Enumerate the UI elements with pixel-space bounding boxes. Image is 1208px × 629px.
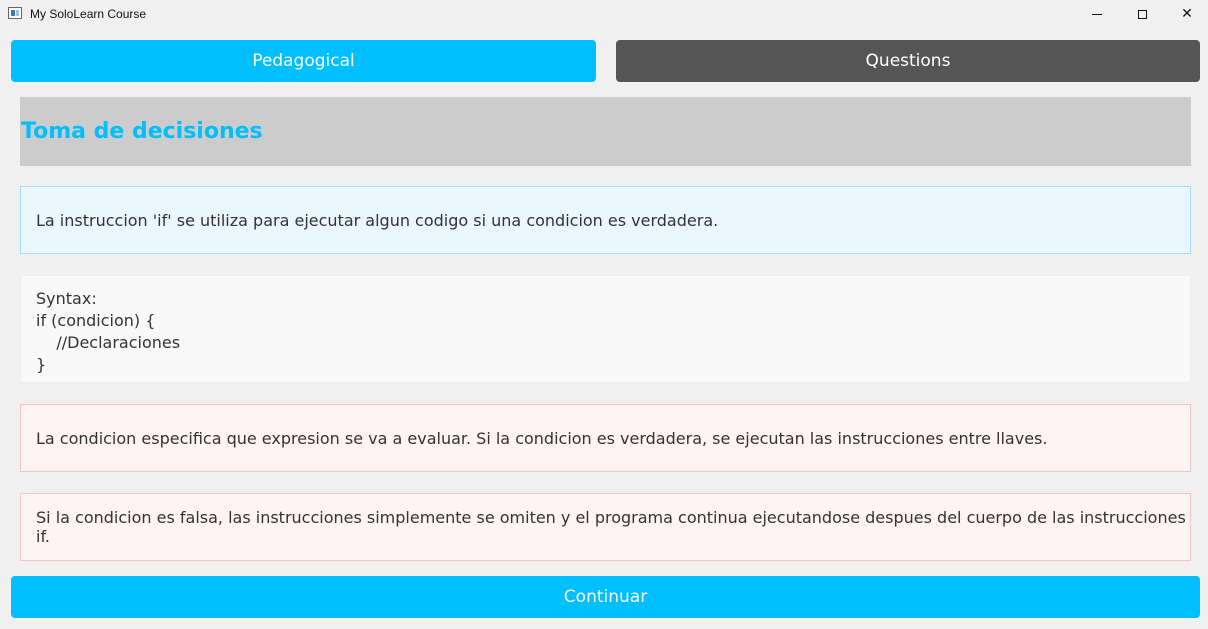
tab-pedagogical[interactable]: Pedagogical — [11, 40, 596, 82]
title-bar: My SoloLearn Course ✕ — [0, 0, 1208, 28]
continue-button[interactable]: Continuar — [11, 576, 1200, 618]
intro-text: La instruccion 'if' se utiliza para ejec… — [36, 210, 719, 230]
syntax-line: } — [36, 355, 47, 374]
condition-note-text: La condicion especifica que expresion se… — [36, 428, 1048, 448]
close-icon: ✕ — [1181, 6, 1193, 22]
close-button[interactable]: ✕ — [1164, 0, 1208, 28]
false-condition-note-text: Si la condicion es falsa, las instruccio… — [36, 508, 1186, 546]
minimize-button[interactable] — [1074, 0, 1120, 28]
maximize-button[interactable] — [1119, 0, 1165, 28]
syntax-line: //Declaraciones — [36, 333, 181, 352]
tab-questions[interactable]: Questions — [616, 40, 1200, 82]
lesson-title: Toma de decisiones — [21, 119, 263, 144]
window-title: My SoloLearn Course — [30, 7, 147, 21]
lesson-header: Toma de decisiones — [20, 97, 1191, 166]
syntax-line: if (condicion) { — [36, 311, 156, 330]
tab-pedagogical-label: Pedagogical — [252, 51, 355, 71]
syntax-card: Syntax: if (condicion) { //Declaraciones… — [20, 275, 1191, 383]
condition-note-card: La condicion especifica que expresion se… — [20, 404, 1191, 472]
maximize-icon — [1137, 9, 1147, 19]
intro-card: La instruccion 'if' se utiliza para ejec… — [20, 186, 1191, 254]
minimize-icon — [1092, 13, 1102, 15]
false-condition-note-card: Si la condicion es falsa, las instruccio… — [20, 493, 1191, 561]
app-window-icon — [8, 7, 22, 19]
syntax-line: Syntax: — [36, 289, 97, 308]
continue-button-label: Continuar — [563, 587, 648, 607]
tab-questions-label: Questions — [865, 51, 951, 71]
